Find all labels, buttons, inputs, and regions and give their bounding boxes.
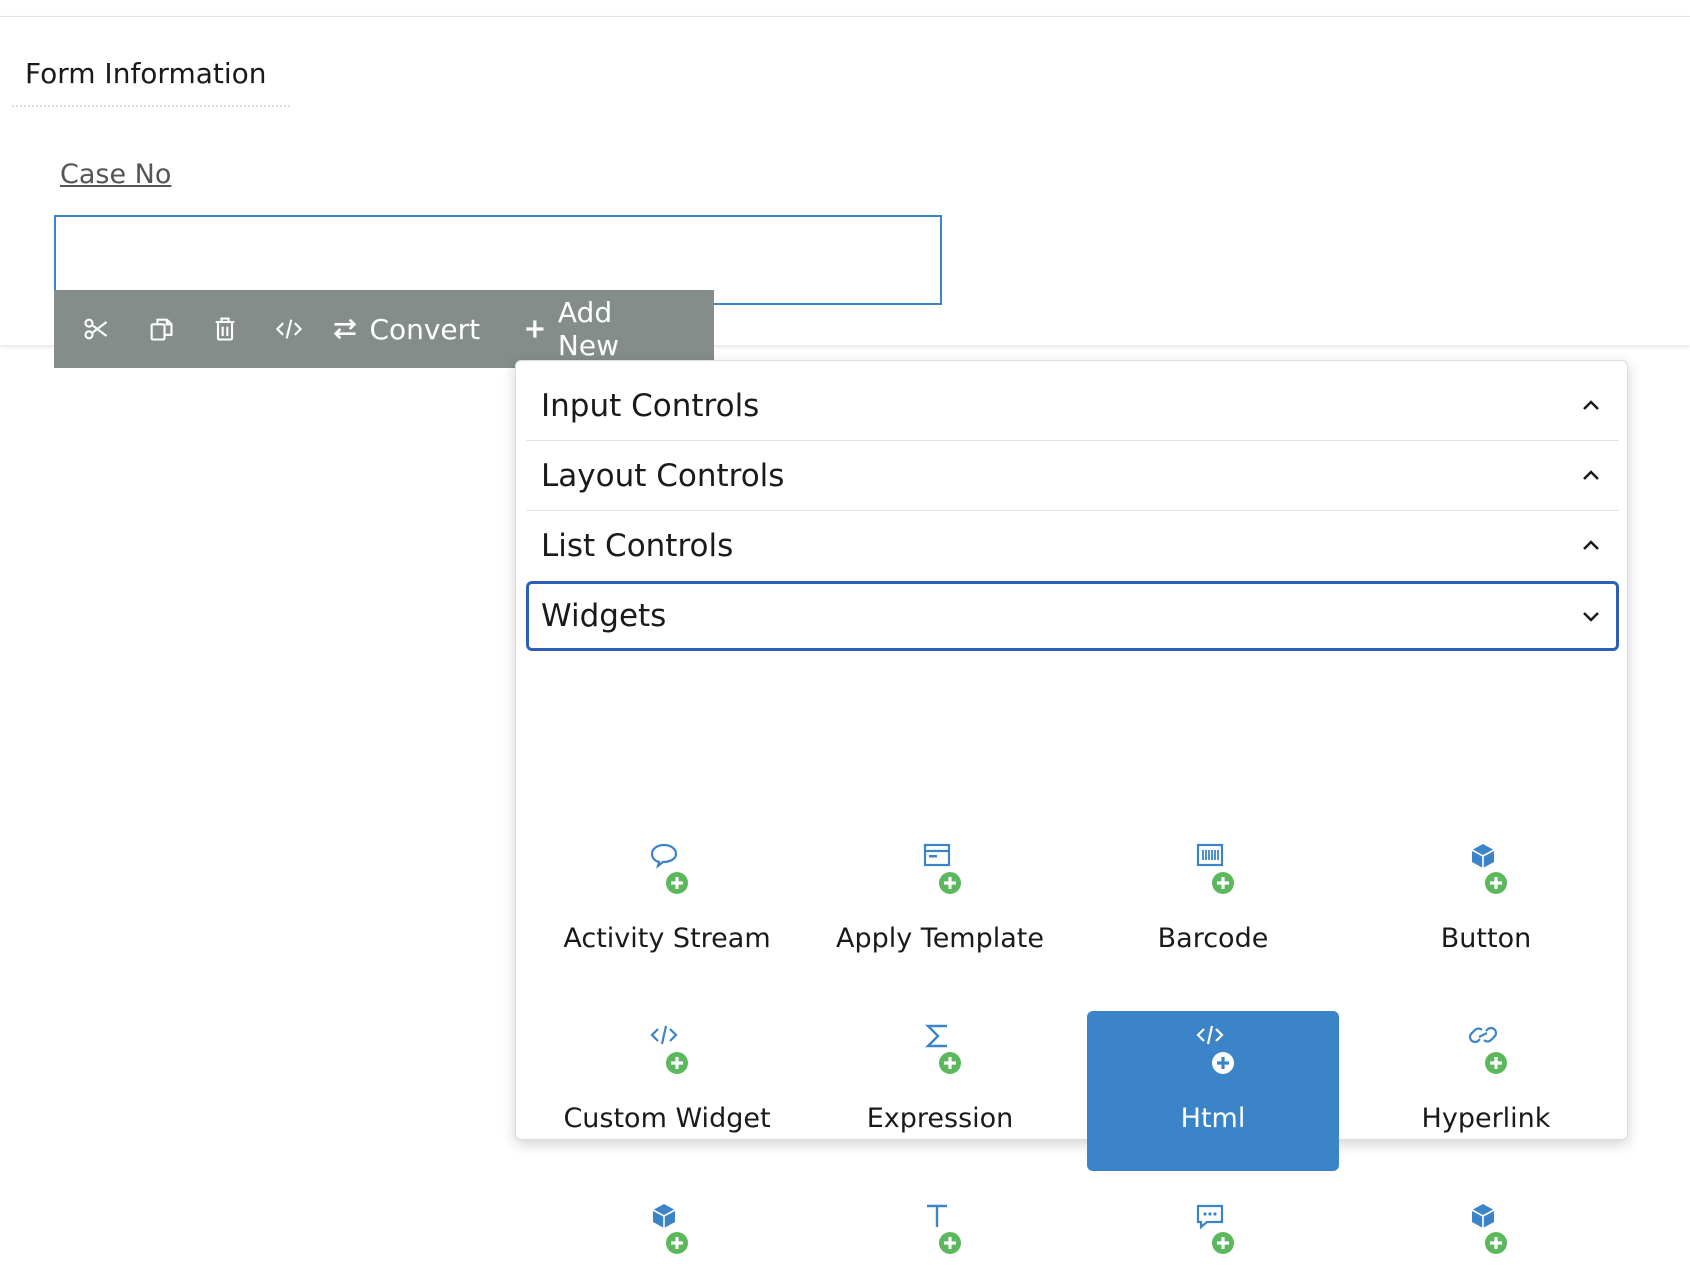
control-toolbar: Convert Add New (54, 290, 714, 368)
widget-custom-widget[interactable]: Custom Widget (541, 1011, 793, 1171)
code-button[interactable] (267, 290, 311, 368)
section-widgets[interactable]: Widgets (526, 581, 1619, 651)
text-icon (927, 1204, 961, 1254)
widget-label: Button (1440, 923, 1532, 954)
widget-barcode[interactable]: Barcode (1087, 831, 1339, 991)
chevron-down-icon (1583, 612, 1599, 622)
controls-panel: Input Controls Layout Controls List Cont… (515, 360, 1628, 1254)
section-label: Input Controls (541, 387, 760, 424)
widget-item[interactable] (1087, 1191, 1339, 1271)
plus-icon (526, 320, 544, 338)
widget-item[interactable] (1360, 1191, 1612, 1271)
trash-icon (215, 317, 235, 341)
speech-bubble-icon (650, 843, 688, 894)
widget-label: Custom Widget (563, 1103, 771, 1134)
chevron-up-icon (1583, 399, 1599, 410)
section-label: Layout Controls (541, 457, 785, 494)
chevron-up-icon (1583, 469, 1599, 480)
section-list-controls[interactable]: List Controls (526, 511, 1619, 581)
cube-icon (1471, 844, 1507, 894)
widget-button[interactable]: Button (1360, 831, 1612, 991)
section-layout-controls[interactable]: Layout Controls (526, 441, 1619, 511)
link-icon (1468, 1026, 1507, 1074)
template-icon (923, 843, 961, 894)
convert-button[interactable]: Convert (331, 290, 480, 368)
chat-icon (1196, 1204, 1234, 1254)
widget-apply-template[interactable]: Apply Template (814, 831, 1066, 991)
code-icon (1196, 1025, 1234, 1074)
widget-expression[interactable]: Expression (814, 1011, 1066, 1171)
cube-icon (1471, 1204, 1507, 1254)
cube-icon (652, 1204, 688, 1254)
section-label: Widgets (541, 598, 667, 634)
swap-arrows-icon (334, 318, 357, 340)
widget-activity-stream[interactable]: Activity Stream (541, 831, 793, 991)
section-input-controls[interactable]: Input Controls (526, 371, 1619, 441)
delete-button[interactable] (203, 290, 247, 368)
widget-label: Activity Stream (563, 923, 771, 954)
widget-item[interactable] (541, 1191, 793, 1271)
scissors-icon (84, 318, 108, 340)
convert-label: Convert (369, 312, 481, 346)
copy-icon (150, 318, 173, 341)
form-title: Form Information (12, 41, 290, 107)
code-icon (276, 319, 303, 339)
widget-label: Hyperlink (1421, 1103, 1551, 1134)
widget-label: Expression (866, 1103, 1014, 1134)
add-new-label: Add New (557, 296, 619, 362)
chevron-up-icon (1583, 540, 1599, 550)
widget-label: Html (1180, 1103, 1246, 1134)
section-label: List Controls (541, 528, 734, 564)
case-no-label: Case No (60, 159, 172, 190)
sigma-icon (925, 1024, 961, 1074)
code-icon (650, 1025, 688, 1074)
widget-hyperlink[interactable]: Hyperlink (1360, 1011, 1612, 1171)
widget-label: Apply Template (835, 923, 1044, 954)
widget-html[interactable]: Html (1087, 1011, 1339, 1171)
copy-button[interactable] (138, 290, 182, 368)
widget-item[interactable] (814, 1191, 1066, 1271)
add-new-button[interactable]: Add New (522, 290, 672, 368)
barcode-icon (1196, 843, 1234, 894)
cut-button[interactable] (74, 290, 118, 368)
widget-label: Barcode (1157, 923, 1269, 954)
